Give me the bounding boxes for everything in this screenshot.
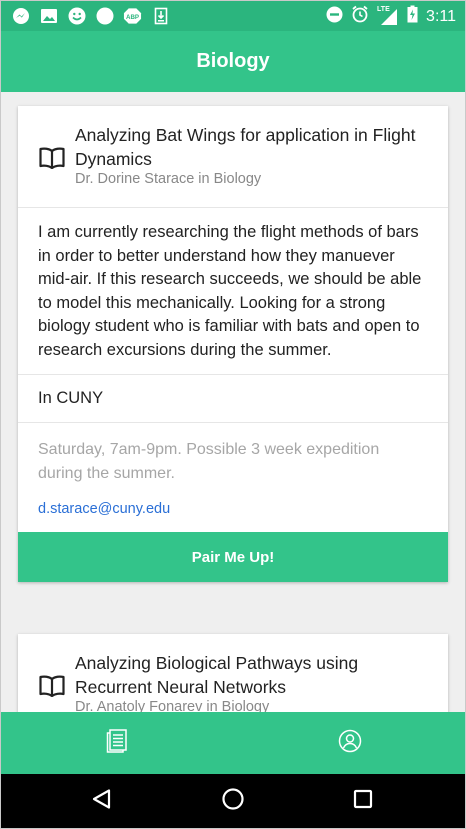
card-schedule: Saturday, 7am-9pm. Possible 3 week exped… (38, 441, 380, 482)
status-time: 3:11 (426, 7, 456, 25)
notification-icons: ABP (11, 6, 170, 25)
app-bar: Biology (0, 31, 466, 92)
tab-list[interactable] (0, 712, 233, 774)
back-icon (91, 788, 113, 815)
card-title[interactable]: Analyzing Bat Wings for application in F… (75, 123, 425, 171)
home-icon (221, 787, 245, 816)
project-card: Analyzing Biological Pathways using Recu… (18, 634, 448, 712)
messenger-icon (11, 6, 30, 25)
project-card: Analyzing Bat Wings for application in F… (18, 106, 448, 582)
card-title[interactable]: Analyzing Biological Pathways using Recu… (75, 651, 425, 699)
page-title: Biology (196, 50, 270, 72)
card-description: I am currently researching the flight me… (18, 208, 448, 375)
navigation-bar (0, 774, 466, 829)
profile-icon (338, 729, 362, 758)
recents-button[interactable] (348, 786, 378, 816)
abp-icon: ABP (123, 6, 142, 25)
back-button[interactable] (87, 786, 117, 816)
circle-icon (95, 6, 114, 25)
network-label: LTE (377, 5, 390, 13)
card-header: Analyzing Biological Pathways using Recu… (18, 634, 448, 712)
abp-label: ABP (126, 13, 139, 20)
battery-icon (407, 5, 418, 28)
card-author: Dr. Anatoly Fonarev in Biology (75, 699, 270, 712)
card-header: Analyzing Bat Wings for application in F… (18, 106, 448, 208)
email-link[interactable]: d.starace@cuny.edu (18, 486, 448, 532)
signal-icon: LTE (377, 5, 399, 26)
book-icon (39, 147, 65, 170)
card-location: In CUNY (18, 375, 448, 423)
status-bar: ABP LTE 3:11 (0, 0, 466, 31)
alarm-icon (351, 5, 369, 28)
dnd-icon (326, 6, 343, 28)
tab-profile[interactable] (233, 712, 466, 774)
card-author: Dr. Dorine Starace in Biology (75, 171, 262, 187)
image-icon (39, 6, 58, 25)
home-button[interactable] (218, 786, 248, 816)
pair-me-up-button[interactable]: Pair Me Up! (18, 532, 448, 582)
recents-icon (353, 789, 373, 814)
book-icon (39, 675, 65, 698)
bottom-tab-bar (0, 712, 466, 774)
system-indicators: LTE 3:11 (326, 5, 456, 28)
document-list-icon (106, 728, 128, 758)
project-list[interactable]: Analyzing Bat Wings for application in F… (0, 92, 466, 712)
smiley-icon (67, 6, 86, 25)
download-icon (151, 6, 170, 25)
